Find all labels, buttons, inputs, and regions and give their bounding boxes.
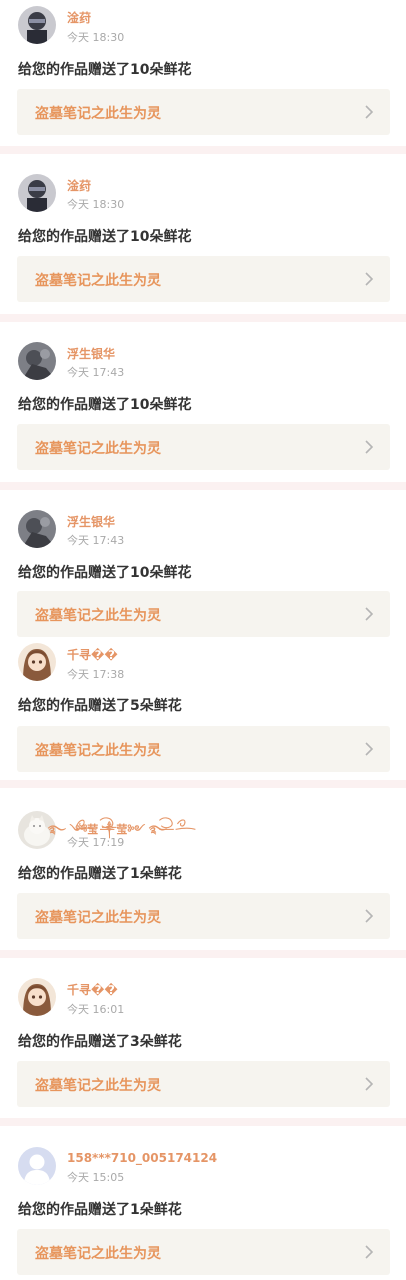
- username[interactable]: 淦荮: [67, 9, 91, 26]
- timestamp: 今天 15:05: [67, 1171, 125, 1184]
- notification-card: 淦荮 今天 18:30 给您的作品赠送了10朵鲜花 盗墓笔记之此生为灵: [0, 0, 406, 146]
- chevron-right-icon: [364, 741, 374, 757]
- chevron-right-icon: [364, 271, 374, 287]
- work-link[interactable]: 盗墓笔记之此生为灵: [17, 726, 390, 772]
- work-link[interactable]: 盗墓笔记之此生为灵: [17, 591, 390, 637]
- notification-card: 158***710_005174124 今天 15:05 给您的作品赠送了1朵鲜…: [0, 1126, 406, 1280]
- work-title: 盗墓笔记之此生为灵: [35, 106, 161, 122]
- work-title: 盗墓笔记之此生为灵: [35, 743, 161, 759]
- dark-face-avatar[interactable]: [18, 174, 56, 212]
- gift-message: 给您的作品赠送了10朵鲜花: [18, 229, 192, 245]
- gift-message: 给您的作品赠送了5朵鲜花: [18, 698, 182, 714]
- work-title: 盗墓笔记之此生为灵: [35, 441, 161, 457]
- timestamp: 今天 17:43: [67, 366, 125, 379]
- chevron-right-icon: [364, 439, 374, 455]
- gift-message: 给您的作品赠送了10朵鲜花: [18, 397, 192, 413]
- card-separator: [0, 950, 406, 958]
- notification-card: 千寻�� 今天 16:01 给您的作品赠送了3朵鲜花 盗墓笔记之此生为灵: [0, 958, 406, 1118]
- work-title: 盗墓笔记之此生为灵: [35, 1078, 161, 1094]
- default-user-avatar[interactable]: [18, 1147, 56, 1185]
- anime-girl-avatar[interactable]: [18, 978, 56, 1016]
- gift-message: 给您的作品赠送了10朵鲜花: [18, 62, 192, 78]
- card-separator: [0, 482, 406, 490]
- anime-girl-avatar[interactable]: [18, 643, 56, 681]
- dark-face-avatar[interactable]: [18, 6, 56, 44]
- chevron-right-icon: [364, 908, 374, 924]
- notification-card: ࿐ ༺莹 ༒莹༻ ࿐ 今天 17:19 给您的作品赠送了1朵鲜花 盗墓笔记之此生…: [0, 788, 406, 950]
- notification-card: 浮生银华 今天 17:43 给您的作品赠送了10朵鲜花 盗墓笔记之此生为灵 千寻…: [0, 490, 406, 780]
- username[interactable]: 千寻��: [67, 646, 118, 663]
- work-title: 盗墓笔记之此生为灵: [35, 273, 161, 289]
- username[interactable]: 浮生银华: [67, 345, 115, 362]
- username[interactable]: 淦荮: [67, 177, 91, 194]
- work-title: 盗墓笔记之此生为灵: [35, 910, 161, 926]
- chevron-right-icon: [364, 1076, 374, 1092]
- work-link[interactable]: 盗墓笔记之此生为灵: [17, 89, 390, 135]
- gift-message: 给您的作品赠送了10朵鲜花: [18, 565, 192, 581]
- timestamp: 今天 17:43: [67, 534, 125, 547]
- card-separator: [0, 146, 406, 154]
- notification-card: 浮生银华 今天 17:43 给您的作品赠送了10朵鲜花 盗墓笔记之此生为灵: [0, 322, 406, 482]
- chevron-right-icon: [364, 606, 374, 622]
- chevron-right-icon: [364, 1244, 374, 1260]
- gift-message: 给您的作品赠送了3朵鲜花: [18, 1034, 182, 1050]
- timestamp: 今天 16:01: [67, 1003, 125, 1016]
- timestamp: 今天 17:38: [67, 668, 125, 681]
- username[interactable]: 千寻��: [67, 981, 118, 998]
- card-separator: [0, 1118, 406, 1126]
- work-title: 盗墓笔记之此生为灵: [35, 1246, 161, 1262]
- timestamp: 今天 18:30: [67, 31, 125, 44]
- username[interactable]: 浮生银华: [67, 513, 115, 530]
- card-separator: [0, 314, 406, 322]
- gift-message: 给您的作品赠送了1朵鲜花: [18, 866, 182, 882]
- gift-message: 给您的作品赠送了1朵鲜花: [18, 1202, 182, 1218]
- work-link[interactable]: 盗墓笔记之此生为灵: [17, 1229, 390, 1275]
- timestamp: 今天 18:30: [67, 198, 125, 211]
- notification-card: 淦荮 今天 18:30 给您的作品赠送了10朵鲜花 盗墓笔记之此生为灵: [0, 154, 406, 314]
- work-link[interactable]: 盗墓笔记之此生为灵: [17, 256, 390, 302]
- username[interactable]: 158***710_005174124: [67, 1151, 217, 1165]
- work-link[interactable]: 盗墓笔记之此生为灵: [17, 1061, 390, 1107]
- chevron-right-icon: [364, 104, 374, 120]
- grey-figure-avatar[interactable]: [18, 510, 56, 548]
- card-separator: [0, 780, 406, 788]
- grey-figure-avatar[interactable]: [18, 342, 56, 380]
- work-link[interactable]: 盗墓笔记之此生为灵: [17, 893, 390, 939]
- work-title: 盗墓笔记之此生为灵: [35, 608, 161, 624]
- gift-notification-feed: 淦荮 今天 18:30 给您的作品赠送了10朵鲜花 盗墓笔记之此生为灵 淦荮 今…: [0, 0, 406, 1280]
- work-link[interactable]: 盗墓笔记之此生为灵: [17, 424, 390, 470]
- timestamp: 今天 17:19: [67, 836, 125, 849]
